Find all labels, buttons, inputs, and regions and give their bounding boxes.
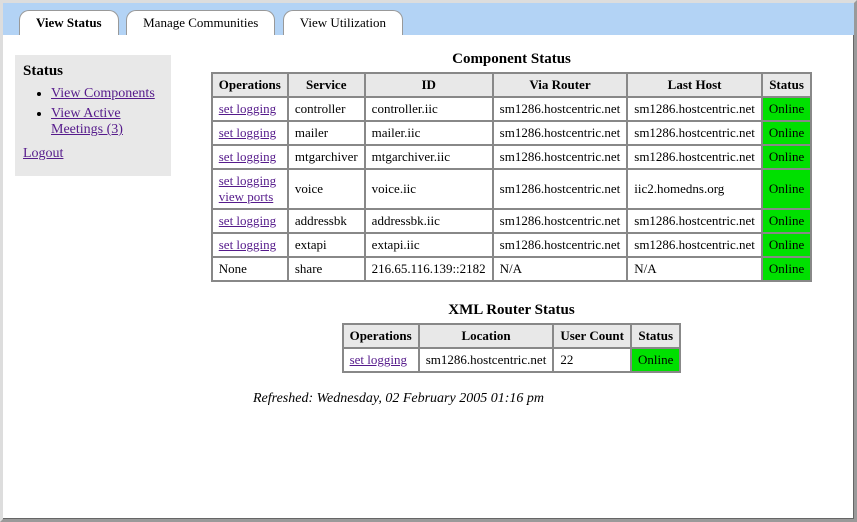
cell-service: voice [288,169,365,209]
main-panel: Component Status Operations Service ID V… [171,47,842,407]
table-row: set loggingcontrollercontroller.iicsm128… [212,97,812,121]
tab-manage-communities[interactable]: Manage Communities [126,10,275,35]
cell-operations: None [212,257,288,281]
cell-operations: set logging [212,233,288,257]
rcol-operations: Operations [343,324,419,348]
rcol-location: Location [419,324,554,348]
cell-last_host: N/A [627,257,762,281]
cell-operations: set logging [212,209,288,233]
cell-user-count: 22 [553,348,631,372]
cell-id: addressbk.iic [365,209,493,233]
operation-link[interactable]: set logging [219,213,276,228]
tab-view-utilization[interactable]: View Utilization [283,10,403,35]
cell-service: mtgarchiver [288,145,365,169]
cell-id: mtgarchiver.iic [365,145,493,169]
operation-link[interactable]: set logging [219,173,276,188]
operation-link[interactable]: set logging [219,125,276,140]
cell-location: sm1286.hostcentric.net [419,348,554,372]
cell-status: Online [762,233,811,257]
col-last-host: Last Host [627,73,762,97]
cell-last_host: sm1286.hostcentric.net [627,97,762,121]
rcol-user-count: User Count [553,324,631,348]
cell-id: 216.65.116.139::2182 [365,257,493,281]
refreshed-timestamp: Refreshed: Wednesday, 02 February 2005 0… [253,391,842,407]
rcol-status: Status [631,324,680,348]
col-operations: Operations [212,73,288,97]
cell-status: Online [762,145,811,169]
router-status-table: Operations Location User Count Status se… [342,323,682,373]
sidebar: Status View Components View Active Meeti… [15,55,171,176]
link-view-components[interactable]: View Components [51,86,155,101]
operation-link[interactable]: set logging [219,237,276,252]
cell-status: Online [762,257,811,281]
app-window: View Status Manage Communities View Util… [0,0,857,522]
sidebar-item-view-components: View Components [51,86,163,102]
content-area: Status View Components View Active Meeti… [3,35,854,407]
tab-view-status[interactable]: View Status [19,10,119,35]
cell-last_host: sm1286.hostcentric.net [627,209,762,233]
col-id: ID [365,73,493,97]
cell-service: controller [288,97,365,121]
col-status: Status [762,73,811,97]
cell-service: mailer [288,121,365,145]
cell-service: addressbk [288,209,365,233]
cell-service: extapi [288,233,365,257]
tab-bar: View Status Manage Communities View Util… [3,3,854,35]
cell-operations: set logging [212,121,288,145]
operation-link[interactable]: view ports [219,189,274,204]
table-row: set loggingmailermailer.iicsm1286.hostce… [212,121,812,145]
cell-status: Online [762,169,811,209]
cell-id: mailer.iic [365,121,493,145]
cell-id: controller.iic [365,97,493,121]
table-row: set logging sm1286.hostcentric.net22Onlin… [343,348,681,372]
cell-last_host: sm1286.hostcentric.net [627,233,762,257]
col-service: Service [288,73,365,97]
cell-status: Online [762,97,811,121]
operation-link[interactable]: set logging [219,149,276,164]
cell-operations: set logging [212,97,288,121]
cell-status: Online [631,348,680,372]
cell-via_router: sm1286.hostcentric.net [493,145,628,169]
cell-id: voice.iic [365,169,493,209]
cell-operations: set loggingview ports [212,169,288,209]
cell-via_router: sm1286.hostcentric.net [493,209,628,233]
cell-via_router: sm1286.hostcentric.net [493,97,628,121]
col-via-router: Via Router [493,73,628,97]
cell-via_router: sm1286.hostcentric.net [493,233,628,257]
cell-last_host: iic2.homedns.org [627,169,762,209]
cell-via_router: sm1286.hostcentric.net [493,121,628,145]
table-row: set loggingextapiextapi.iicsm1286.hostce… [212,233,812,257]
cell-operations: set logging [343,348,419,372]
cell-operations: set logging [212,145,288,169]
table-row: set loggingview portsvoicevoice.iicsm128… [212,169,812,209]
cell-id: extapi.iic [365,233,493,257]
link-view-active-meetings[interactable]: View Active Meetings (3) [51,106,123,137]
cell-via_router: N/A [493,257,628,281]
table-row: Noneshare216.65.116.139::2182N/AN/AOnlin… [212,257,812,281]
cell-via_router: sm1286.hostcentric.net [493,169,628,209]
sidebar-heading: Status [23,63,163,80]
component-status-table: Operations Service ID Via Router Last Ho… [211,72,813,282]
link-logout[interactable]: Logout [23,146,63,161]
cell-service: share [288,257,365,281]
operation-link[interactable]: set logging [350,352,407,367]
cell-last_host: sm1286.hostcentric.net [627,145,762,169]
router-status-title: XML Router Status [181,302,842,319]
cell-status: Online [762,121,811,145]
cell-last_host: sm1286.hostcentric.net [627,121,762,145]
operation-link[interactable]: set logging [219,101,276,116]
table-row: set loggingmtgarchivermtgarchiver.iicsm1… [212,145,812,169]
table-row: set loggingaddressbkaddressbk.iicsm1286.… [212,209,812,233]
sidebar-item-view-active-meetings: View Active Meetings (3) [51,106,163,138]
cell-status: Online [762,209,811,233]
component-status-title: Component Status [181,51,842,68]
